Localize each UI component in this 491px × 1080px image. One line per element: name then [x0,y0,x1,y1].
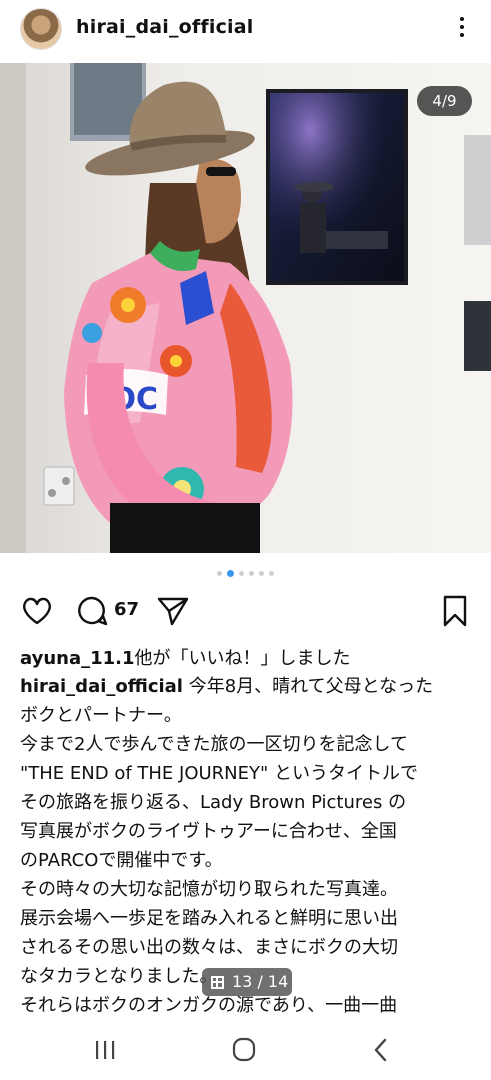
caption-line: されるその思い出の数々は、まさにボクの大切 [20,937,398,958]
screenshot-page-text: 13 / 14 [232,972,289,991]
carousel-dots [0,570,491,578]
comment-icon[interactable] [76,594,110,628]
caption-author[interactable]: hirai_dai_official [20,676,183,697]
liked-by-user[interactable]: ayuna_11.1 [20,648,135,669]
liked-by-text: 他が「いいね！」しました [134,648,351,669]
caption-line: その旅路を振り返る、Lady Brown Pictures の [20,792,407,813]
caption-line: 写真展がボクのライヴトゥアーに合わせ、全国 [20,821,397,842]
carousel-dot [269,571,274,576]
photo-illustration: ƎOC [0,63,491,553]
carousel-dot [249,571,254,576]
system-nav-bar [0,1020,491,1080]
caption-line: 今年8月、晴れて父母となった [188,676,434,697]
screenshot-page-badge: 13 / 14 [202,968,292,996]
back-icon[interactable] [366,1036,396,1064]
carousel-dot [239,571,244,576]
caption-line: その時々の大切な記憶が切り取られた写真達。 [20,879,398,900]
carousel-counter: 4/9 [417,86,472,116]
bookmark-icon[interactable] [438,594,472,628]
avatar[interactable] [20,8,62,50]
home-icon[interactable] [229,1036,259,1064]
carousel-dot-active [227,570,234,577]
post-header: hirai_dai_official [0,0,491,60]
liked-by-line[interactable]: ayuna_11.1他が「いいね！」しました [20,645,351,673]
send-icon[interactable] [156,594,190,628]
caption-line: 今まで2人で歩んできた旅の一区切りを記念して [20,734,409,755]
carousel-dot [259,571,264,576]
caption-line: ボクとパートナー。 [20,705,182,726]
grid-icon [211,976,224,989]
carousel-dot [217,571,222,576]
caption-line: "THE END of THE JOURNEY" というタイトルで [20,763,419,784]
comment-count[interactable]: 67 [114,599,139,620]
more-vertical-icon[interactable] [452,14,472,44]
action-bar: 67 [0,594,491,630]
heart-icon[interactable] [20,594,54,628]
caption-line: のPARCOで開催中です。 [20,850,223,871]
recent-apps-icon[interactable] [90,1036,120,1064]
caption-line: 展示会場へ一歩足を踏み入れると鮮明に思い出 [20,908,398,929]
username[interactable]: hirai_dai_official [76,16,254,38]
post-photo[interactable]: ƎOC [0,63,491,553]
